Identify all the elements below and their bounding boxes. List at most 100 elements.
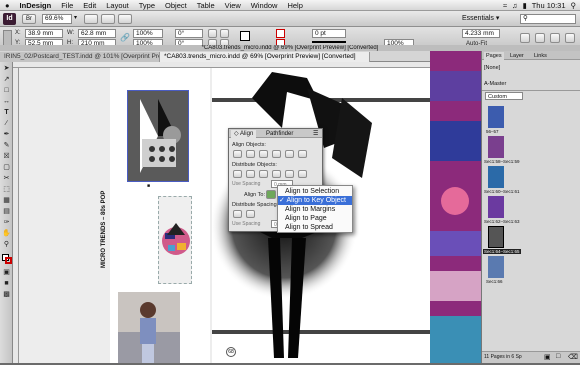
frame-width-input[interactable]: 4.233 mm (462, 29, 500, 38)
fill-none-icon[interactable] (276, 29, 285, 38)
flip-horizontal-icon[interactable] (220, 29, 229, 38)
menu-align-to-spread[interactable]: Align to Spread (278, 223, 352, 232)
menu-align-to-selection[interactable]: Align to Selection (278, 187, 352, 196)
spread-thumb-4[interactable] (488, 196, 504, 218)
spotlight-icon[interactable]: ⚲ (571, 1, 577, 10)
tab-postcard-test[interactable]: IRIN5_02/Postcard_TEST.indd @ 101% [Over… (0, 52, 160, 62)
menu-layout[interactable]: Layout (101, 1, 134, 10)
page-size-dropdown[interactable]: Custom (485, 92, 523, 100)
pencil-tool-icon[interactable]: ✎ (2, 141, 11, 150)
width-input[interactable]: 62.8 mm (78, 29, 116, 38)
screen-mode-button[interactable] (101, 14, 115, 24)
use-spacing-checkbox-2[interactable]: Use Spacing (232, 221, 260, 227)
distribute-right-edges-icon[interactable] (298, 170, 307, 178)
x-position-input[interactable]: 38.9 mm (25, 29, 63, 38)
tab-pages[interactable]: Pages (484, 52, 504, 60)
spread-thumb-5[interactable] (488, 226, 504, 248)
arrange-documents-button[interactable] (118, 14, 132, 24)
workspace-switcher[interactable]: Essentials ▾ (462, 14, 499, 22)
battery-icon[interactable]: ▮ (523, 1, 527, 10)
distribute-horizontal-space-icon[interactable] (246, 210, 255, 218)
distribute-vertical-space-icon[interactable] (233, 210, 242, 218)
master-none-item[interactable]: [None] (484, 65, 500, 71)
distribute-vertical-centers-icon[interactable] (246, 170, 255, 178)
view-options-button[interactable] (84, 14, 98, 24)
align-left-edges-icon[interactable] (233, 150, 242, 158)
align-top-edges-icon[interactable] (272, 150, 281, 158)
rotate-input[interactable]: 0° (175, 29, 203, 38)
panel-menu-button[interactable] (565, 33, 575, 43)
align-vertical-centers-icon[interactable] (285, 150, 294, 158)
formatting-container-icon[interactable]: ▣ (2, 268, 11, 277)
menu-align-to-margins[interactable]: Align to Margins (278, 205, 352, 214)
stroke-weight-input[interactable]: 0 pt (312, 29, 346, 38)
hand-tool-icon[interactable]: ✋ (2, 229, 11, 238)
fitting-button[interactable] (520, 33, 530, 43)
delete-page-icon[interactable]: ⌫ (568, 353, 578, 361)
tab-trends-micro[interactable]: *CA803.trends_micro.indd @ 69% [Overprin… (160, 52, 370, 62)
distribute-top-edges-icon[interactable] (233, 170, 242, 178)
artwork-geometric-frame[interactable] (127, 90, 189, 182)
edit-page-size-icon[interactable]: ▣ (544, 353, 551, 361)
menu-help[interactable]: Help (282, 1, 307, 10)
menu-file[interactable]: File (56, 1, 78, 10)
menu-view[interactable]: View (220, 1, 246, 10)
menu-align-to-key-object[interactable]: ✓ Align to Key Object (278, 196, 352, 205)
align-left-button[interactable] (535, 33, 545, 43)
distribute-left-edges-icon[interactable] (272, 170, 281, 178)
tab-layers[interactable]: Layer (510, 52, 524, 60)
menu-object[interactable]: Object (160, 1, 192, 10)
help-search-input[interactable]: ⚲ (520, 14, 576, 24)
apply-color-icon[interactable]: ■ (2, 279, 11, 288)
stroke-type-selector[interactable] (312, 41, 346, 43)
line-tool-icon[interactable]: ∕ (2, 119, 11, 128)
bridge-button[interactable]: Br (22, 14, 36, 24)
align-center-button[interactable] (550, 33, 560, 43)
gap-tool-icon[interactable]: ↔ (2, 97, 11, 106)
artwork-photo-frame[interactable] (118, 292, 180, 363)
adjacent-spread-artwork[interactable] (430, 51, 481, 363)
align-to-dropdown[interactable] (266, 190, 276, 199)
spread-thumb-2[interactable] (488, 136, 504, 158)
note-tool-icon[interactable]: ▤ (2, 207, 11, 216)
spread-thumb-6[interactable] (488, 256, 504, 278)
menu-window[interactable]: Window (246, 1, 283, 10)
spread-thumb-3[interactable] (488, 166, 504, 188)
align-horizontal-centers-icon[interactable] (246, 150, 255, 158)
type-tool-icon[interactable]: T (2, 108, 11, 117)
zoom-tool-icon[interactable]: ⚲ (2, 240, 11, 249)
master-a-item[interactable]: A-Master (484, 81, 506, 87)
wifi-icon[interactable]: ≈ (503, 1, 507, 10)
menu-align-to-page[interactable]: Align to Page (278, 214, 352, 223)
clock[interactable]: Thu 10:31 (532, 1, 566, 10)
menu-type[interactable]: Type (134, 1, 160, 10)
align-bottom-edges-icon[interactable] (298, 150, 307, 158)
scale-x-input[interactable]: 100% (133, 29, 163, 38)
distribute-horizontal-centers-icon[interactable] (285, 170, 294, 178)
fill-swatch-icon[interactable] (240, 31, 250, 41)
new-page-icon[interactable]: □ (556, 353, 560, 360)
tab-align[interactable]: ◇ Align (231, 130, 257, 138)
rotate-90-cw-icon[interactable] (208, 29, 217, 38)
eyedropper-tool-icon[interactable]: ✑ (2, 218, 11, 227)
volume-icon[interactable]: ♫ (512, 1, 518, 10)
align-right-edges-icon[interactable] (259, 150, 268, 158)
rectangle-frame-tool-icon[interactable]: ☒ (2, 152, 11, 161)
free-transform-tool-icon[interactable]: ⬚ (2, 185, 11, 194)
direct-selection-tool-icon[interactable]: ↗ (2, 75, 11, 84)
use-spacing-checkbox[interactable]: Use Spacing (232, 181, 260, 187)
tab-links[interactable]: Links (534, 52, 547, 60)
pen-tool-icon[interactable]: ✒ (2, 130, 11, 139)
zoom-dropdown-icon[interactable]: ▾ (74, 14, 77, 21)
zoom-field[interactable]: 69.6% (42, 14, 72, 24)
selection-tool-icon[interactable]: ➤ (2, 64, 11, 73)
scissors-tool-icon[interactable]: ✂ (2, 174, 11, 183)
constrain-proportions-icon[interactable]: 🔗 (120, 33, 130, 42)
distribute-bottom-edges-icon[interactable] (259, 170, 268, 178)
artwork-circle-frame[interactable] (158, 196, 192, 284)
menu-edit[interactable]: Edit (78, 1, 101, 10)
menu-app-name[interactable]: InDesign (15, 1, 57, 10)
rectangle-tool-icon[interactable]: ▢ (2, 163, 11, 172)
gradient-tool-icon[interactable]: ▦ (2, 196, 11, 205)
spread-thumb-1[interactable] (488, 106, 504, 128)
